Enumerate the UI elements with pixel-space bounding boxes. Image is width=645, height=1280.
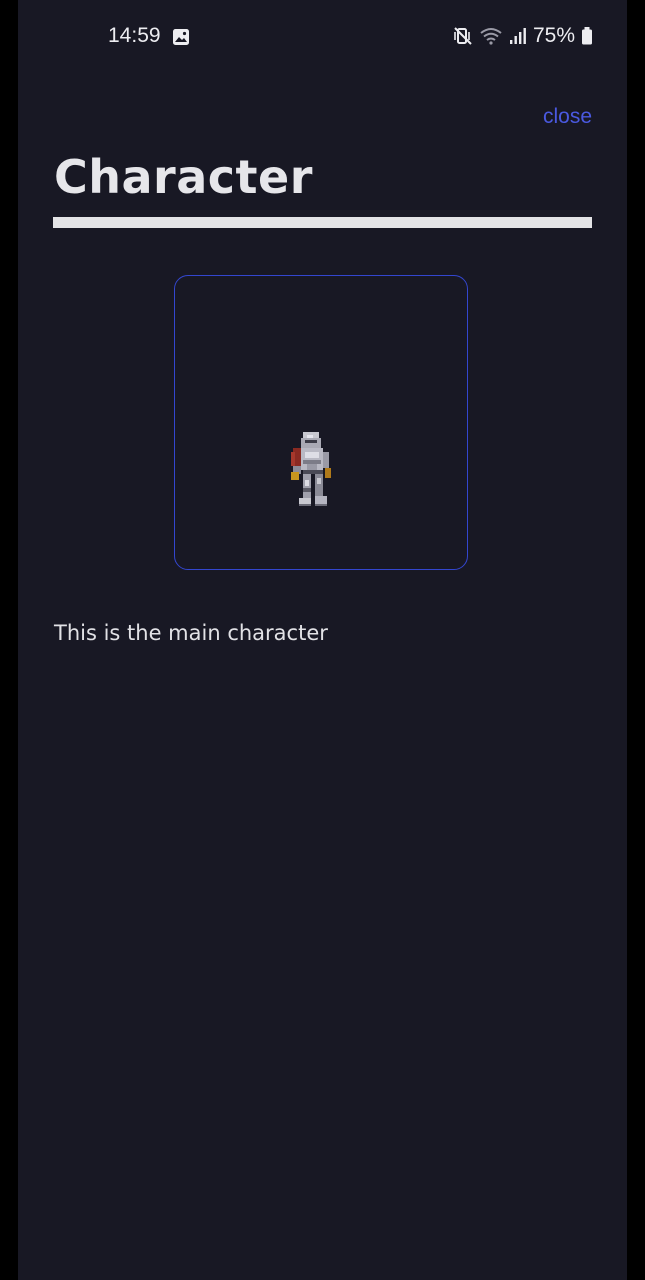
close-button[interactable]: close [543, 105, 592, 129]
status-time: 14:59 [108, 24, 161, 47]
app-screen: 14:59 75% close Character This is the ma… [18, 0, 627, 1280]
battery-percent: 75% [532, 24, 575, 47]
knight-sprite-icon [291, 432, 331, 506]
status-bar: 14:59 75% [18, 0, 627, 74]
status-icons: 75% [453, 24, 593, 48]
signal-icon [509, 28, 526, 44]
character-description: This is the main character [54, 621, 328, 645]
character-portrait-frame [174, 275, 468, 570]
battery-icon [582, 27, 592, 45]
page-title: Character [54, 150, 313, 204]
mute-vibrate-icon [454, 27, 472, 45]
wifi-icon [480, 28, 502, 45]
title-divider [53, 217, 592, 228]
gallery-icon [173, 29, 189, 45]
